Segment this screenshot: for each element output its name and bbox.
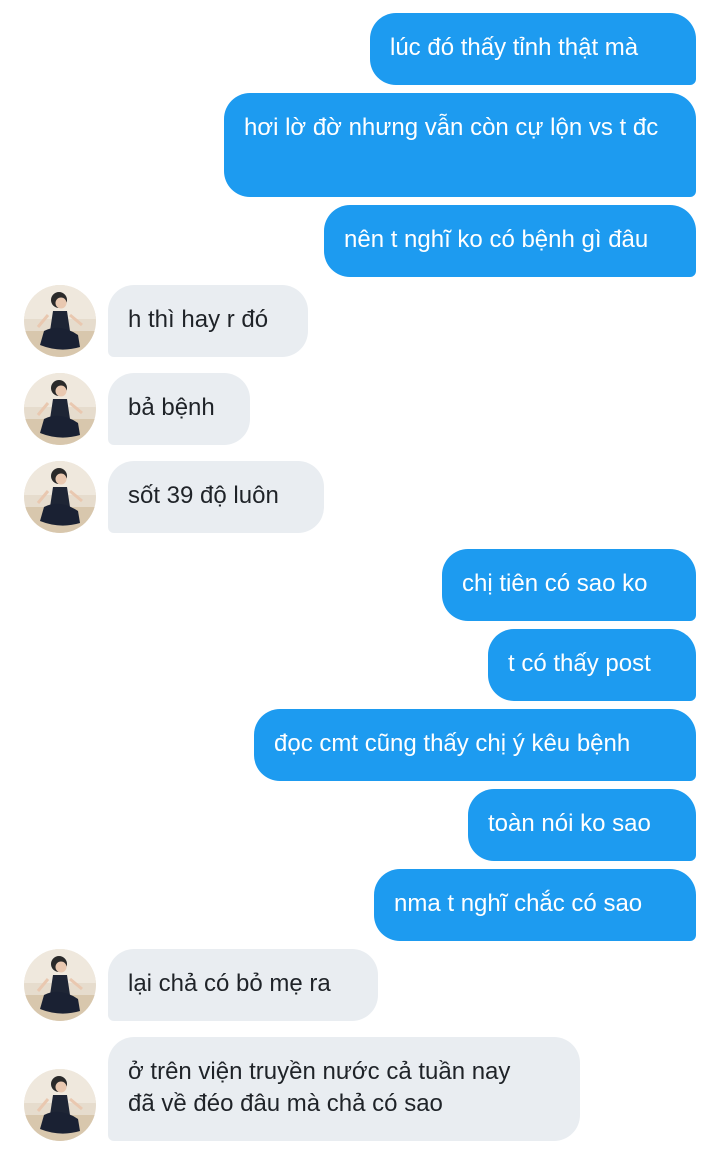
outgoing-message[interactable]: nên t nghĩ ko có bệnh gì đâu (324, 205, 696, 277)
outgoing-message[interactable]: chị tiên có sao ko (442, 549, 696, 621)
outgoing-message[interactable]: toàn nói ko sao (468, 789, 696, 861)
outgoing-message[interactable]: hơi lờ đờ nhưng vẫn còn cự lộn vs t đc (224, 93, 696, 197)
incoming-message[interactable]: ở trên viện truyền nước cả tuần nay đã v… (108, 1037, 580, 1141)
outgoing-message[interactable]: đọc cmt cũng thấy chị ý kêu bệnh (254, 709, 696, 781)
contact-avatar[interactable] (24, 373, 96, 445)
outgoing-message[interactable]: nma t nghĩ chắc có sao (374, 869, 696, 941)
contact-avatar[interactable] (24, 461, 96, 533)
chat-screen: { "messages": [ {"side": "out", "text": … (0, 0, 720, 1152)
incoming-message[interactable]: h thì hay r đó (108, 285, 308, 357)
incoming-message[interactable]: bả bệnh (108, 373, 250, 445)
incoming-message[interactable]: lại chả có bỏ mẹ ra (108, 949, 378, 1021)
incoming-message[interactable]: sốt 39 độ luôn (108, 461, 324, 533)
contact-avatar[interactable] (24, 285, 96, 357)
outgoing-message[interactable]: t có thấy post (488, 629, 696, 701)
contact-avatar[interactable] (24, 949, 96, 1021)
outgoing-message[interactable]: lúc đó thấy tỉnh thật mà (370, 13, 696, 85)
contact-avatar[interactable] (24, 1069, 96, 1141)
